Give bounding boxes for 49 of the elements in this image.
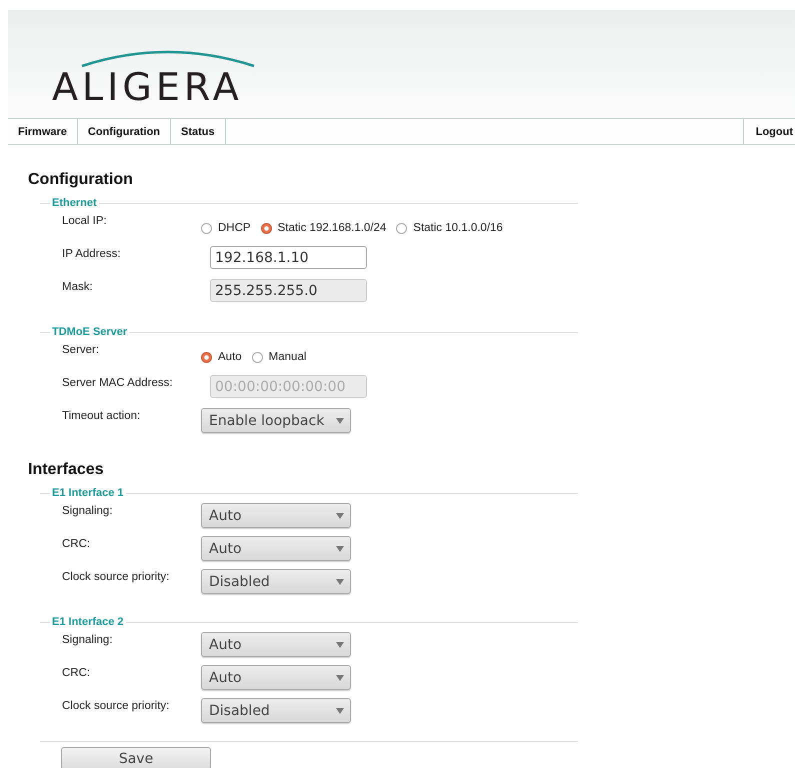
nav-tab[interactable]: Configuration	[78, 119, 172, 144]
section-title: Interfaces	[28, 461, 105, 479]
save-button[interactable]: Save	[61, 747, 211, 768]
nav-tab[interactable]: Status	[171, 119, 226, 144]
group-legend: TDMoE Server	[50, 326, 130, 338]
radio-label: DHCP	[218, 222, 251, 234]
field-label: Clock source priority:	[62, 699, 170, 714]
text-field[interactable]: 192.168.1.10	[210, 246, 367, 269]
dropdown[interactable]: Auto	[201, 665, 351, 690]
caret-icon	[336, 578, 344, 584]
caret-icon	[336, 418, 344, 424]
dropdown[interactable]: Auto	[201, 503, 351, 528]
field-label: Signaling:	[62, 633, 114, 648]
radio-button[interactable]	[252, 352, 263, 362]
dropdown[interactable]: Disabled	[201, 698, 351, 723]
group-legend: E1 Interface 1	[50, 487, 126, 499]
field-label: Timeout action:	[62, 409, 142, 424]
radio-label: Static 10.1.0.0/16	[413, 222, 503, 234]
radio-button[interactable]	[260, 222, 272, 234]
radio-button[interactable]	[201, 352, 212, 362]
field-label: CRC:	[62, 537, 92, 552]
group-legend: Ethernet	[50, 197, 99, 209]
radio-label: Manual	[268, 351, 306, 363]
field-label: Local IP:	[62, 214, 108, 229]
caret-icon	[336, 512, 344, 518]
section-title: Configuration	[28, 171, 134, 189]
dropdown[interactable]: Enable loopback	[201, 408, 351, 433]
field-label: Server MAC Address:	[62, 376, 174, 391]
logo: ALIGERA	[52, 68, 243, 106]
logout-link[interactable]: Logout	[742, 119, 795, 144]
nav-tab[interactable]: Firmware	[8, 119, 78, 144]
caret-icon	[336, 642, 344, 648]
caret-icon	[336, 674, 344, 680]
radio-button[interactable]	[201, 222, 212, 234]
field-label: Clock source priority:	[62, 570, 170, 585]
dropdown[interactable]: Auto	[201, 536, 351, 561]
field-label: Server:	[62, 343, 100, 358]
dropdown[interactable]: Auto	[201, 632, 351, 657]
radio-button[interactable]	[396, 222, 408, 234]
field-label: Mask:	[62, 280, 94, 295]
field-label: Signaling:	[62, 504, 114, 519]
dropdown[interactable]: Disabled	[201, 569, 351, 594]
field-label: IP Address:	[62, 247, 122, 262]
radio-label: Static 192.168.1.0/24	[278, 222, 386, 234]
caret-icon	[336, 546, 344, 552]
caret-icon	[336, 708, 344, 714]
radio-label: Auto	[218, 351, 242, 363]
group-legend: E1 Interface 2	[50, 616, 126, 628]
field-label: CRC:	[62, 666, 92, 681]
